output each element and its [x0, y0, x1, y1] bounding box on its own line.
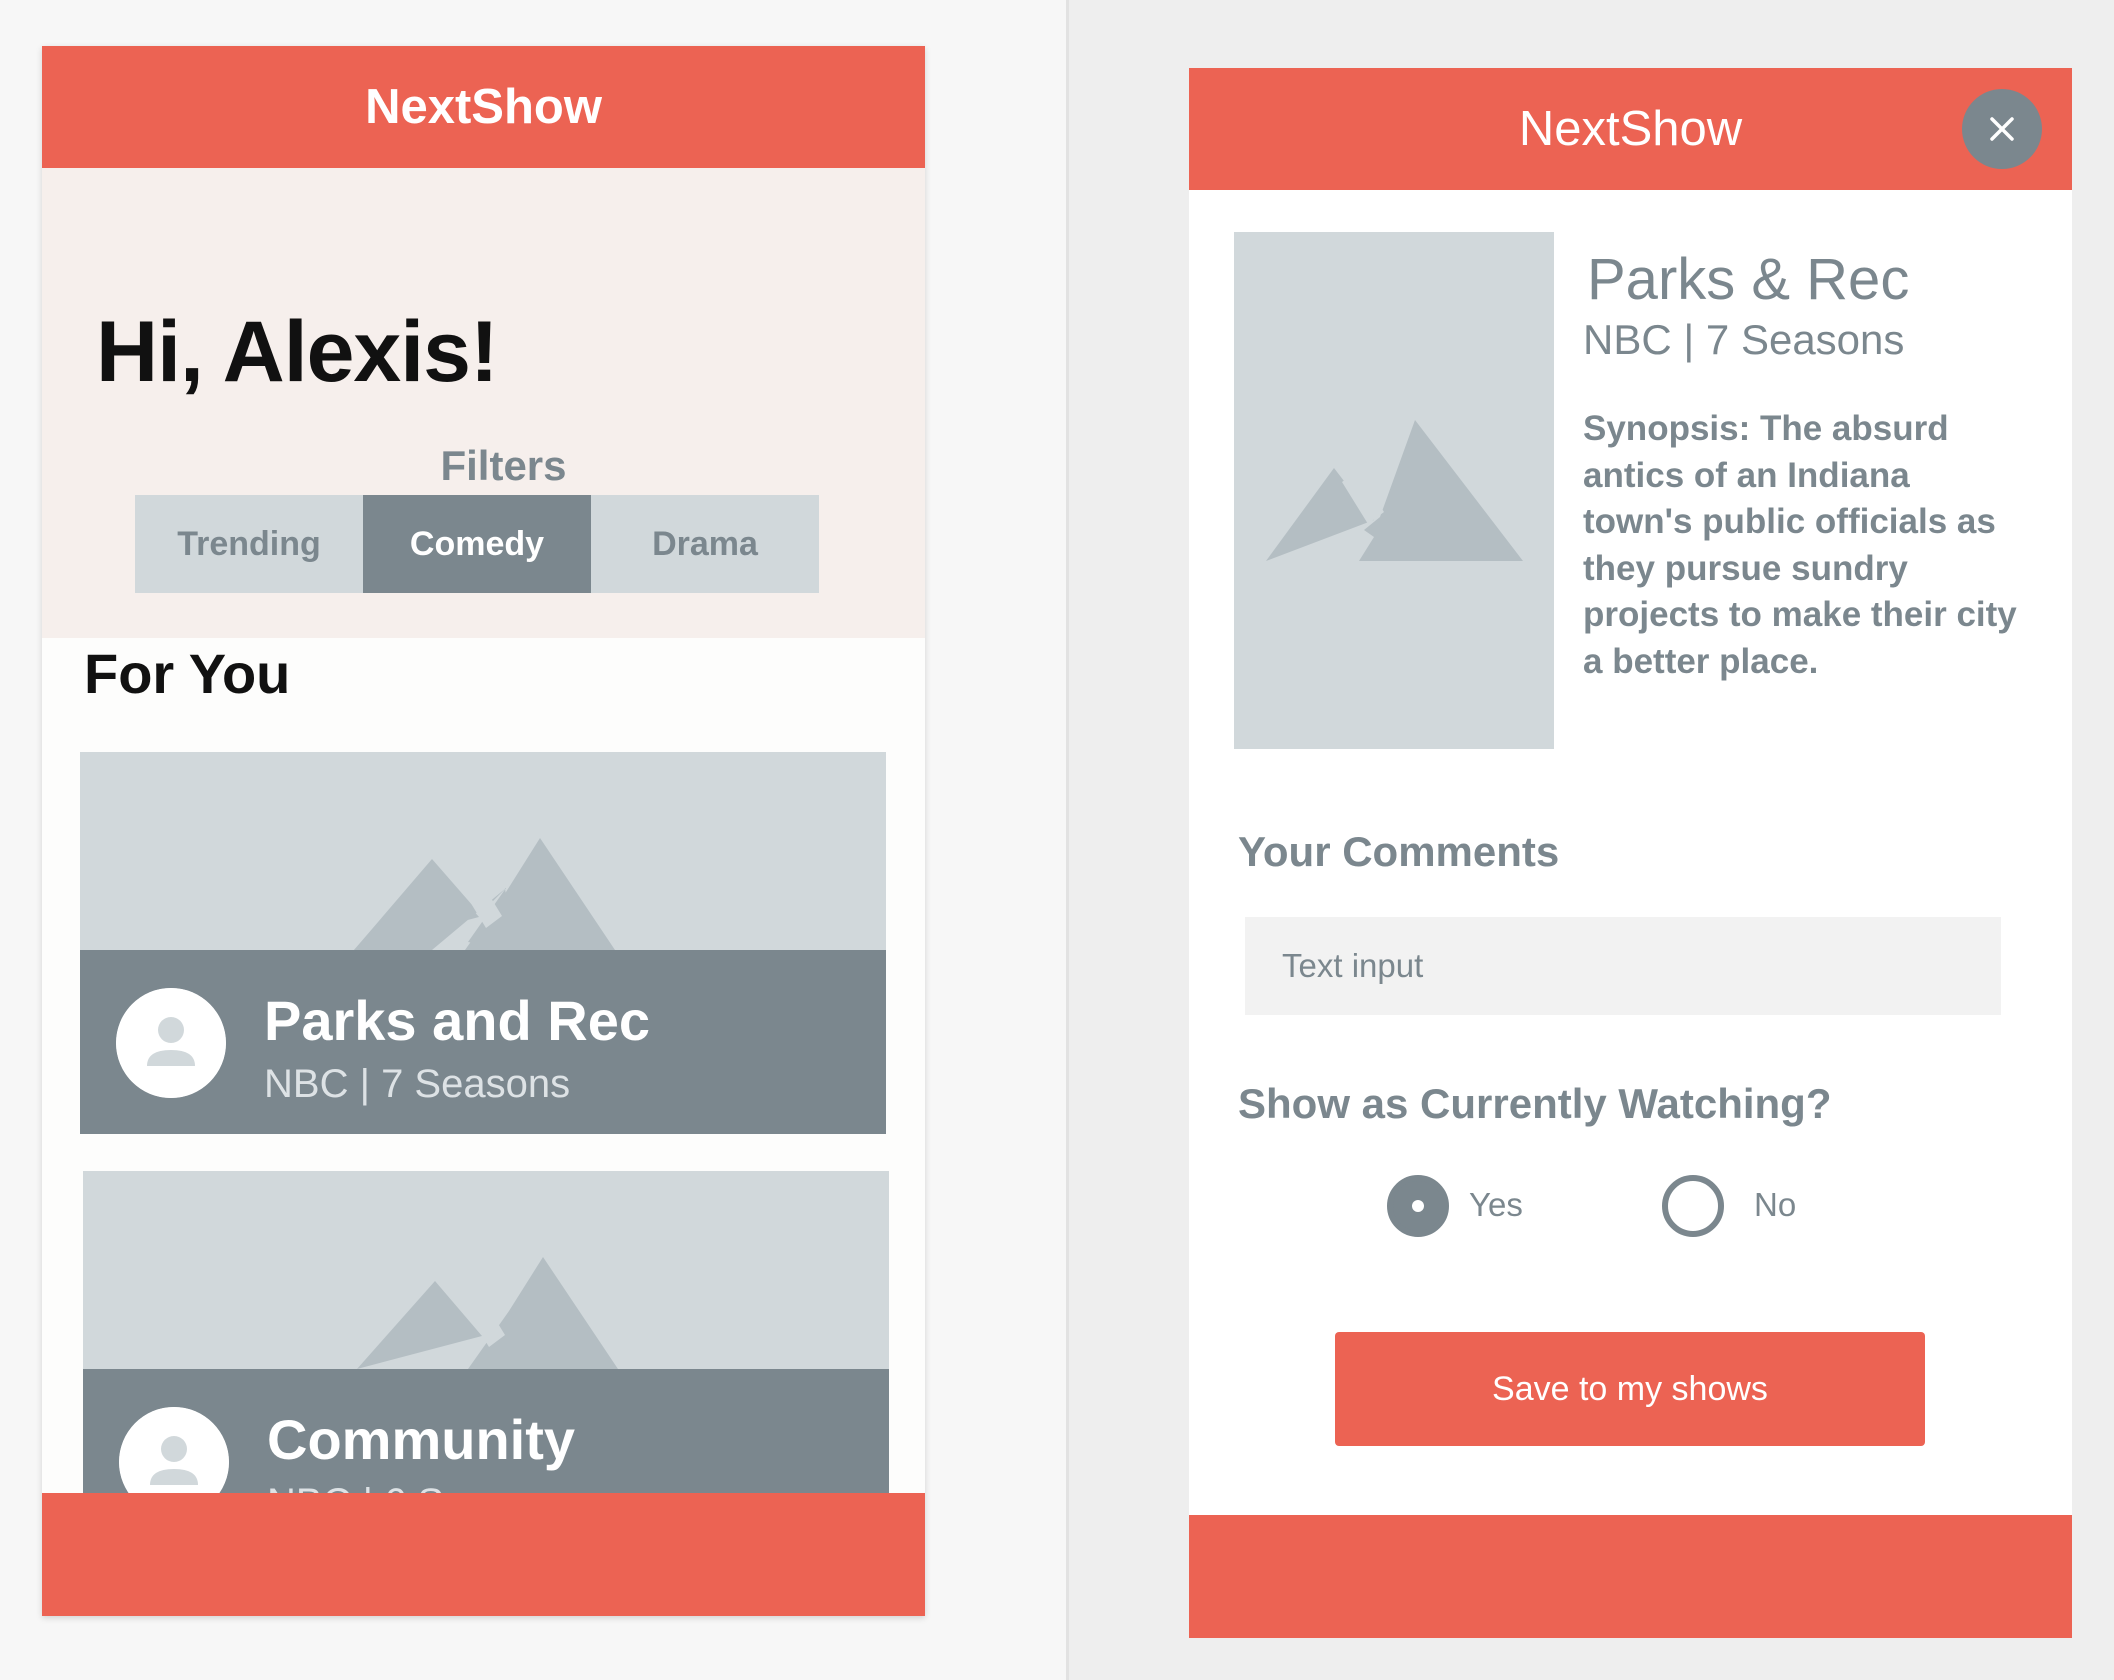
card-title: Parks and Rec [264, 989, 650, 1052]
show-poster [1234, 232, 1554, 749]
radio-no-label[interactable]: No [1754, 1186, 1796, 1224]
mountain-image-icon [357, 1257, 618, 1369]
app-title: NextShow [1518, 102, 1743, 156]
bottom-nav-bar [42, 1493, 925, 1616]
mountain-image-icon [1266, 420, 1523, 561]
currently-watching-label: Show as Currently Watching? [1238, 1080, 1832, 1127]
filter-drama-button[interactable]: Drama [591, 495, 819, 593]
show-card[interactable]: Parks and Rec NBC | 7 Seasons [80, 752, 886, 1134]
comments-input[interactable] [1245, 917, 2001, 1015]
app-header: NextShow [1189, 68, 2072, 190]
filters-label: Filters [440, 442, 567, 489]
card-subtitle: NBC | 7 Seasons [264, 1062, 571, 1106]
person-icon [116, 988, 226, 1098]
card-title: Community [267, 1408, 575, 1471]
app-header: NextShow [42, 46, 925, 168]
greeting-section: Hi, Alexis! Filters Trending Comedy Dram… [42, 168, 925, 638]
radio-yes[interactable] [1387, 1175, 1449, 1237]
panel-divider [1066, 0, 1069, 1680]
section-title: For You [84, 642, 291, 705]
close-button[interactable] [1962, 89, 2042, 169]
close-icon [1990, 117, 2014, 141]
radio-yes-label[interactable]: Yes [1469, 1186, 1523, 1224]
card-caption: Parks and Rec NBC | 7 Seasons [80, 950, 886, 1134]
filter-segmented-control: Trending Comedy Drama [135, 495, 819, 593]
show-title: Parks & Rec [1587, 247, 1910, 312]
filter-trending-button[interactable]: Trending [135, 495, 363, 593]
filter-comedy-button[interactable]: Comedy [363, 495, 591, 593]
bottom-nav-bar [1189, 1515, 2072, 1638]
comments-label: Your Comments [1238, 828, 1560, 875]
show-detail-screen: NextShow Parks & Rec NBC | 7 Seasons Syn… [1189, 68, 2072, 1638]
app-title: NextShow [365, 80, 602, 134]
save-to-my-shows-button[interactable]: Save to my shows [1335, 1332, 1925, 1446]
show-subtitle: NBC | 7 Seasons [1583, 316, 1905, 363]
home-screen: NextShow Hi, Alexis! Filters Trending Co… [42, 46, 925, 1616]
show-synopsis: Synopsis: The absurd antics of an Indian… [1583, 409, 2017, 681]
radio-no[interactable] [1662, 1175, 1724, 1237]
mountain-image-icon [354, 838, 615, 950]
greeting-text: Hi, Alexis! [96, 304, 499, 400]
